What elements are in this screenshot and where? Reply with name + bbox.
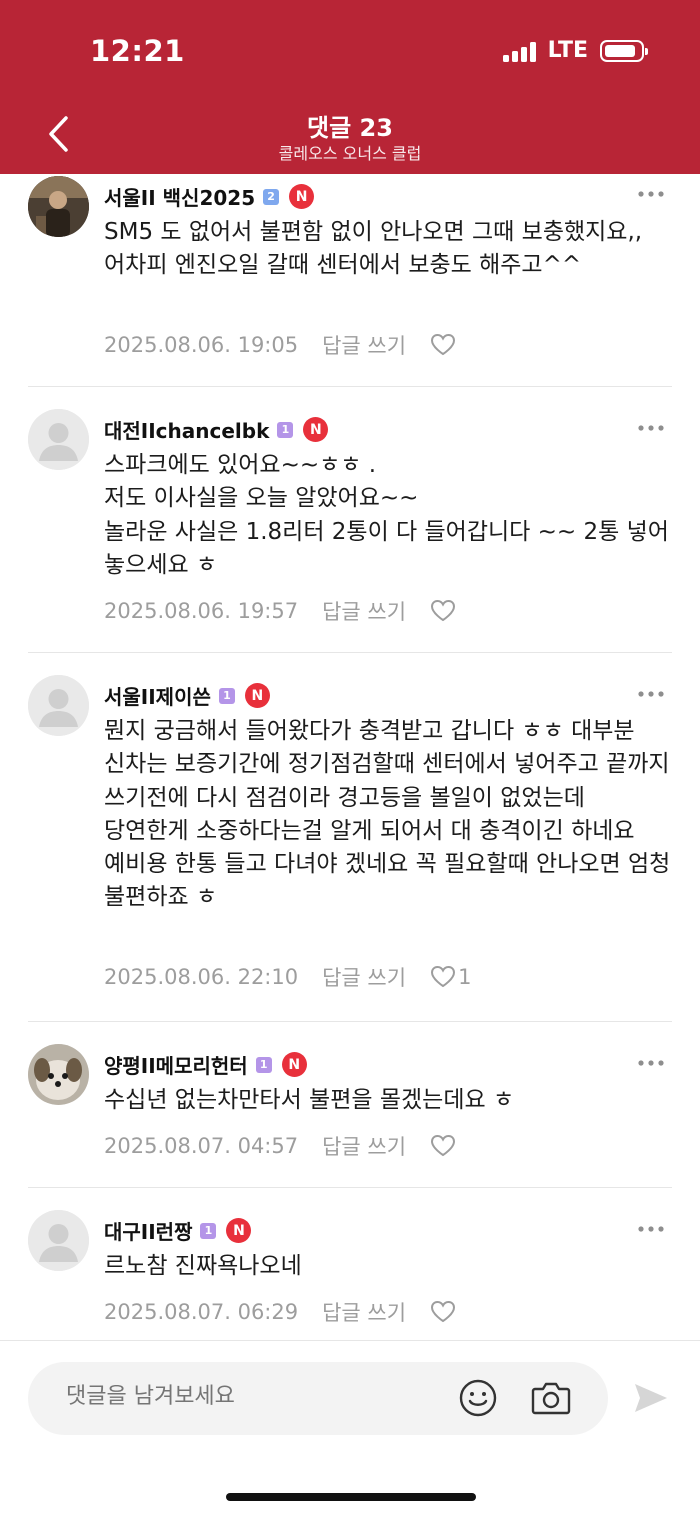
avatar[interactable] xyxy=(28,1044,89,1105)
author-name[interactable]: 대전IIchancelbk xyxy=(104,415,269,444)
level-badge: 2 xyxy=(263,188,280,205)
page-subtitle: 콜레오스 오너스 클럽 xyxy=(278,144,422,163)
comment-date: 2025.08.07. 06:29 xyxy=(104,1300,299,1324)
comment-date: 2025.08.06. 19:57 xyxy=(104,599,299,623)
like-count: 1 xyxy=(458,965,472,989)
comment-input[interactable] xyxy=(66,1384,426,1409)
level-badge: 1 xyxy=(277,421,294,438)
author-name[interactable]: 서울II제이쓴 xyxy=(104,681,211,710)
new-badge: N xyxy=(303,417,329,442)
more-icon[interactable] xyxy=(636,1053,666,1073)
comment-text: SM5 도 없어서 불편함 없이 안나오면 그때 보충했지요,,어차피 엔진오일… xyxy=(104,219,643,279)
emoji-icon[interactable] xyxy=(458,1378,498,1418)
avatar-photo xyxy=(28,1044,89,1105)
heart-icon xyxy=(431,965,456,988)
heart-icon xyxy=(431,1300,456,1323)
default-avatar-icon xyxy=(28,409,89,470)
more-icon[interactable] xyxy=(636,184,666,204)
heart-icon xyxy=(431,1134,456,1157)
comment-text-line: 예비용 한통 들고 다녀야 겠네요 꼭 필요할때 안나오면 엄청 불편하죠 ㅎ xyxy=(104,851,671,911)
comment-list: 서울II 백신2025 2 N SM5 도 없어서 불편함 없이 안나오면 그때… xyxy=(0,174,700,1342)
comment-text-line: 저도 이사실을 오늘 알았어요~~ xyxy=(104,485,419,512)
comment-item: 서울II 백신2025 2 N SM5 도 없어서 불편함 없이 안나오면 그때… xyxy=(28,174,672,387)
comment-text: 르노참 진짜욕나오네 xyxy=(104,1253,302,1279)
author-name[interactable]: 대구II런짱 xyxy=(104,1216,192,1245)
comment-meta: 2025.08.06. 19:05 답글 쓰기 xyxy=(104,330,458,360)
more-icon[interactable] xyxy=(636,418,666,438)
level-badge: 1 xyxy=(218,687,235,704)
home-indicator xyxy=(226,1493,476,1501)
network-type: LTE xyxy=(547,38,588,63)
comment-item: 서울II제이쓴 1 N 뭔지 궁금해서 들어왔다가 충격받고 갑니다 ㅎㅎ 대부… xyxy=(28,653,672,1022)
heart-icon xyxy=(431,599,456,622)
author-row: 대구II런짱 1 N xyxy=(104,1216,252,1245)
comment-composer[interactable] xyxy=(28,1362,608,1435)
comment-text-line: 뭔지 궁금해서 들어왔다가 충격받고 갑니다 ㅎㅎ 대부분 신차는 보증기간에 … xyxy=(104,718,670,844)
header-bar: 12:21 LTE 댓글 23 콜레오스 오너스 클럽 xyxy=(0,0,700,174)
status-indicators: LTE xyxy=(502,38,648,63)
avatar[interactable] xyxy=(28,675,89,736)
reply-button[interactable]: 답글 쓰기 xyxy=(322,330,406,360)
comment-text-line: 스파크에도 있어요~~ㅎㅎ . xyxy=(104,452,377,478)
heart-icon xyxy=(431,333,456,356)
like-button[interactable] xyxy=(430,599,458,623)
like-button[interactable] xyxy=(430,1300,458,1324)
comment-text: 수십년 없는차만타서 불편을 몰겠는데요 ㅎ xyxy=(104,1087,515,1113)
author-row: 양평II메모리헌터 1 N xyxy=(104,1050,307,1079)
comment-date: 2025.08.07. 04:57 xyxy=(104,1134,299,1158)
comment-meta: 2025.08.07. 04:57 답글 쓰기 xyxy=(104,1131,458,1161)
comment-text-line: 놀라운 사실은 1.8리터 2통이 다 들어갑니다 ~~ 2통 넣어 놓으세요 … xyxy=(104,518,669,578)
author-row: 서울II 백신2025 2 N xyxy=(104,182,315,211)
avatar-photo xyxy=(28,176,89,237)
new-badge: N xyxy=(226,1218,252,1243)
new-badge: N xyxy=(281,1052,307,1077)
level-badge: 1 xyxy=(200,1222,217,1239)
comment-meta: 2025.08.06. 19:57 답글 쓰기 xyxy=(104,596,458,626)
composer-divider xyxy=(0,1340,700,1341)
comment-text: 뭔지 궁금해서 들어왔다가 충격받고 갑니다 ㅎㅎ 대부분 신차는 보증기간에 … xyxy=(104,715,672,915)
author-row: 대전IIchancelbk 1 N xyxy=(104,415,329,444)
reply-button[interactable]: 답글 쓰기 xyxy=(322,596,406,626)
comment-item: 대전IIchancelbk 1 N 스파크에도 있어요~~ㅎㅎ . 저도 이사실… xyxy=(28,387,672,653)
default-avatar-icon xyxy=(28,1210,89,1271)
status-time: 12:21 xyxy=(90,34,185,68)
signal-icon xyxy=(502,40,536,62)
comment-text: 스파크에도 있어요~~ㅎㅎ . 저도 이사실을 오늘 알았어요~~ 놀라운 사실… xyxy=(104,449,672,582)
level-badge: 1 xyxy=(255,1056,272,1073)
like-button[interactable] xyxy=(430,1134,458,1158)
reply-button[interactable]: 답글 쓰기 xyxy=(322,962,406,992)
more-icon[interactable] xyxy=(636,1219,666,1239)
author-row: 서울II제이쓴 1 N xyxy=(104,681,270,710)
page-title: 댓글 23 xyxy=(307,114,393,142)
reply-button[interactable]: 답글 쓰기 xyxy=(322,1131,406,1161)
avatar[interactable] xyxy=(28,1210,89,1271)
comment-date: 2025.08.06. 22:10 xyxy=(104,965,299,989)
comment-item: 양평II메모리헌터 1 N 수십년 없는차만타서 불편을 몰겠는데요 ㅎ 202… xyxy=(28,1022,672,1188)
author-name[interactable]: 서울II 백신2025 xyxy=(104,182,255,211)
new-badge: N xyxy=(289,184,315,209)
avatar[interactable] xyxy=(28,409,89,470)
author-name[interactable]: 양평II메모리헌터 xyxy=(104,1050,248,1079)
default-avatar-icon xyxy=(28,675,89,736)
more-icon[interactable] xyxy=(636,684,666,704)
comment-item: 대구II런짱 1 N 르노참 진짜욕나오네 2025.08.07. 06:29 … xyxy=(28,1188,672,1342)
avatar[interactable] xyxy=(28,176,89,237)
camera-icon[interactable] xyxy=(530,1379,572,1417)
reply-button[interactable]: 답글 쓰기 xyxy=(322,1297,406,1327)
comment-meta: 2025.08.07. 06:29 답글 쓰기 xyxy=(104,1297,458,1327)
new-badge: N xyxy=(244,683,270,708)
comment-date: 2025.08.06. 19:05 xyxy=(104,333,299,357)
comment-meta: 2025.08.06. 22:10 답글 쓰기 1 xyxy=(104,962,471,992)
like-button[interactable] xyxy=(430,333,458,357)
battery-icon xyxy=(600,39,648,62)
like-button[interactable]: 1 xyxy=(430,965,471,989)
send-icon[interactable] xyxy=(632,1380,670,1416)
